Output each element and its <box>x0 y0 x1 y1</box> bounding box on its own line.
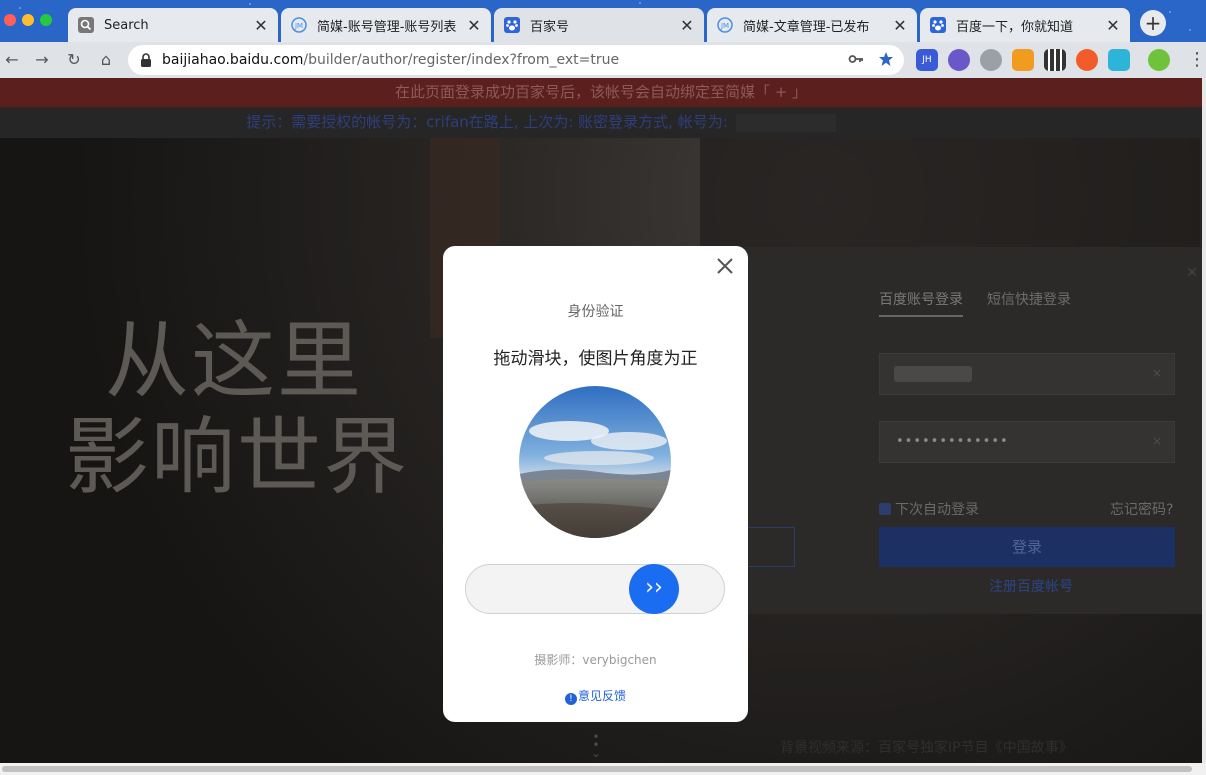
wb-extension-icon[interactable] <box>948 49 970 71</box>
url-host: baijiahao.baidu.com <box>162 52 304 68</box>
vertical-scrollbar[interactable] <box>1202 78 1206 763</box>
tab-close-icon[interactable]: ✕ <box>254 16 268 35</box>
jianmei-icon: JM <box>291 17 307 33</box>
tab-title: 简媒-文章管理-已发布 <box>743 19 870 35</box>
gear-extension-icon[interactable] <box>980 49 1002 71</box>
slider-track[interactable] <box>465 564 725 614</box>
svg-text:JM: JM <box>294 22 303 30</box>
baidu-paw-icon <box>504 17 520 33</box>
tab-close-icon[interactable]: ✕ <box>467 16 481 35</box>
scroll-down-icon[interactable]: • • ⌄ <box>591 731 601 759</box>
jh-extension-icon[interactable]: JH <box>916 49 938 71</box>
tab-close-icon[interactable]: ✕ <box>1106 16 1120 35</box>
login-close-icon[interactable]: ✕ <box>1186 265 1198 281</box>
chart-extension-icon[interactable] <box>1108 49 1130 71</box>
key-icon[interactable] <box>848 51 864 67</box>
password-mask: ••••••••••••• <box>896 434 1009 449</box>
browser-menu-icon[interactable]: ⋮ <box>1188 50 1206 70</box>
profile-avatar-icon[interactable] <box>1148 49 1170 71</box>
reload-icon[interactable]: ↻ <box>64 50 84 70</box>
feedback-link[interactable]: ! 意见反馈 <box>443 687 748 705</box>
window-minimize-button[interactable] <box>22 14 34 26</box>
tab-title: 简媒-账号管理-账号列表 <box>317 19 457 35</box>
login-tabs: 百度账号登录 短信快捷登录 <box>879 289 1071 317</box>
rotated-captcha-image <box>519 386 671 538</box>
captcha-title: 身份验证 <box>567 304 624 320</box>
back-arrow-icon[interactable]: ← <box>2 50 22 70</box>
window-close-button[interactable] <box>4 14 16 26</box>
slogan-line-2: 影响世界 <box>65 408 410 506</box>
search-icon <box>78 17 94 33</box>
slogan-line-1: 从这里 <box>105 312 364 410</box>
feedback-label: 意见反馈 <box>577 689 626 703</box>
svg-text:JM: JM <box>720 22 729 30</box>
slider-handle[interactable]: ›› <box>629 564 679 614</box>
checkbox-checked-icon[interactable] <box>879 503 891 515</box>
tab-title: 百度一下，你就知道 <box>956 19 1074 35</box>
captcha-modal: 身份验证 拖动滑块，使图片角度为正 ›› 摄影师：verybigchen ! 意见… <box>443 246 748 722</box>
lock-icon <box>141 53 151 67</box>
new-tab-button[interactable]: + <box>1140 10 1166 36</box>
browser-toolbar: ← → ↻ ⌂ baijiahao.baidu.com/builder/auth… <box>0 42 1206 78</box>
forward-arrow-icon[interactable]: → <box>32 50 52 70</box>
forgot-password-link[interactable]: 忘记密码? <box>1110 499 1173 519</box>
scrollbar-thumb[interactable] <box>2 766 1192 772</box>
jianmei-icon: JM <box>717 17 733 33</box>
tab-sms-login[interactable]: 短信快捷登录 <box>987 289 1071 317</box>
masked-username <box>894 366 972 382</box>
masked-account <box>735 113 836 132</box>
tab-title: Search <box>104 17 149 33</box>
tab-account-login[interactable]: 百度账号登录 <box>879 289 963 317</box>
clear-icon[interactable]: × <box>1152 434 1162 448</box>
address-bar[interactable]: baijiahao.baidu.com/builder/author/regis… <box>128 45 904 75</box>
clear-icon[interactable]: × <box>1152 366 1162 380</box>
tab-title: 百家号 <box>530 19 570 35</box>
extension-bar: JH <box>916 49 1170 71</box>
captcha-instruction: 拖动滑块，使图片角度为正 <box>493 349 698 369</box>
tab-jianmei-accounts[interactable]: JM 简媒-账号管理-账号列表 ✕ <box>281 8 491 42</box>
tab-jianmei-articles[interactable]: JM 简媒-文章管理-已发布 ✕ <box>707 8 917 42</box>
url-path: /builder/author/register/index?from_ext=… <box>303 52 620 68</box>
username-field[interactable]: × <box>879 353 1175 395</box>
background-credit: 背景视频来源：百家号独家IP节目《中国故事》 <box>780 740 1073 756</box>
qr-code-extension-icon[interactable] <box>1044 49 1066 71</box>
tab-search[interactable]: Search ✕ <box>68 8 278 42</box>
tab-baijiahao[interactable]: 百家号 ✕ <box>494 8 704 42</box>
account-hint-text: 提示：需要授权的帐号为：crifan在路上, 上次为: 账密登录方式, 帐号为: <box>246 113 728 131</box>
info-icon: ! <box>564 693 577 705</box>
window-zoom-button[interactable] <box>40 14 52 26</box>
bookmark-star-icon[interactable] <box>878 51 894 67</box>
close-icon[interactable] <box>716 257 734 275</box>
remember-label: 下次自动登录 <box>895 502 979 518</box>
home-icon[interactable]: ⌂ <box>96 50 116 70</box>
account-hint-banner: 提示：需要授权的帐号为：crifan在路上, 上次为: 账密登录方式, 帐号为: <box>0 107 1202 138</box>
horizontal-scrollbar[interactable] <box>0 763 1206 775</box>
photo-credit: 摄影师：verybigchen <box>534 653 657 667</box>
shopping-extension-icon[interactable] <box>1012 49 1034 71</box>
slogan: 从这里 影响世界 <box>65 313 409 505</box>
remember-login[interactable]: 下次自动登录 <box>879 499 979 519</box>
tab-close-icon[interactable]: ✕ <box>893 16 907 35</box>
login-button[interactable]: 登录 <box>879 527 1175 567</box>
orange-extension-icon[interactable] <box>1076 49 1098 71</box>
password-field[interactable]: ••••••••••••• × <box>879 421 1175 463</box>
tab-baidu[interactable]: 百度一下，你就知道 ✕ <box>920 8 1130 42</box>
tab-close-icon[interactable]: ✕ <box>680 16 694 35</box>
bind-notice-banner: 在此页面登录成功百家号后，该帐号会自动绑定至简媒「 + 」 <box>0 78 1202 107</box>
register-link[interactable]: 注册百度帐号 <box>989 576 1073 596</box>
baidu-paw-icon <box>930 17 946 33</box>
tab-strip: Search ✕ JM 简媒-账号管理-账号列表 ✕ 百家号 ✕ JM 简媒-文… <box>0 0 1206 42</box>
